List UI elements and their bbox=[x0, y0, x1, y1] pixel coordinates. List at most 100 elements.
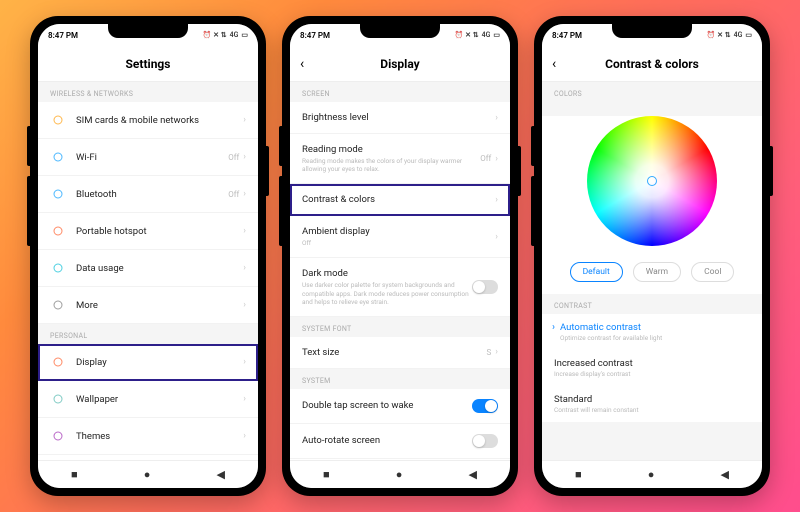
chip-warm[interactable]: Warm bbox=[633, 262, 681, 282]
chevron-right-icon: › bbox=[243, 394, 246, 404]
toggle-switch[interactable] bbox=[472, 399, 498, 413]
row-label: More bbox=[76, 300, 243, 311]
phone-contrast: 8:47 PM ⏰ ✕ ⇅4G▭ ‹ Contrast & colors COL… bbox=[534, 16, 770, 496]
chevron-right-icon: › bbox=[243, 226, 246, 236]
row-label: Data usage bbox=[76, 263, 243, 274]
chevron-right-icon: › bbox=[243, 115, 246, 125]
display-row[interactable]: Auto-rotate screen bbox=[290, 424, 510, 459]
chevron-right-icon: › bbox=[495, 113, 498, 123]
contrast-title: Standard bbox=[554, 394, 750, 405]
color-wheel-cursor[interactable] bbox=[647, 176, 657, 186]
toggle-switch[interactable] bbox=[472, 434, 498, 448]
hotspot-icon bbox=[50, 223, 66, 239]
row-value: Off bbox=[480, 154, 491, 163]
row-label: Portable hotspot bbox=[76, 226, 243, 237]
settings-row-display[interactable]: Display › bbox=[38, 344, 258, 381]
display-row[interactable]: Reading mode Reading mode makes the colo… bbox=[290, 134, 510, 184]
chevron-right-icon: › bbox=[495, 232, 498, 242]
chevron-right-icon: › bbox=[495, 195, 498, 205]
chip-default[interactable]: Default bbox=[570, 262, 623, 282]
display-row[interactable]: Double tap screen to wake bbox=[290, 389, 510, 424]
data-icon bbox=[50, 260, 66, 276]
settings-row-hotspot[interactable]: Portable hotspot › bbox=[38, 213, 258, 250]
row-label: Double tap screen to wake bbox=[302, 400, 472, 411]
row-label: Bluetooth bbox=[76, 189, 228, 200]
header: ‹ Display bbox=[290, 46, 510, 82]
contrast-title: Automatic contrast bbox=[560, 322, 750, 333]
sim-icon bbox=[50, 112, 66, 128]
settings-row-sim[interactable]: SIM cards & mobile networks › bbox=[38, 102, 258, 139]
page-title: Settings bbox=[126, 57, 171, 71]
section-label: SCREEN bbox=[290, 82, 510, 102]
nav-back-icon[interactable]: ◀ bbox=[720, 468, 728, 481]
color-wheel[interactable] bbox=[587, 116, 717, 246]
contrast-subtitle: Increase display's contrast bbox=[554, 370, 750, 378]
display-row[interactable]: Text size S › bbox=[290, 337, 510, 369]
wifi-icon bbox=[50, 149, 66, 165]
nav-home-icon[interactable]: ● bbox=[648, 468, 655, 481]
row-label: SIM cards & mobile networks bbox=[76, 115, 243, 126]
display-icon bbox=[50, 354, 66, 370]
display-row[interactable]: Brightness level › bbox=[290, 102, 510, 134]
display-row[interactable]: Ambient display Off › bbox=[290, 216, 510, 258]
display-row[interactable]: Dark mode Use darker color palette for s… bbox=[290, 258, 510, 316]
contrast-title: Increased contrast bbox=[554, 358, 750, 369]
settings-row-more[interactable]: More › bbox=[38, 287, 258, 324]
system-nav: ■ ● ◀ bbox=[38, 460, 258, 488]
wall-icon bbox=[50, 391, 66, 407]
settings-row-wall[interactable]: Wallpaper › bbox=[38, 381, 258, 418]
nav-recents-icon[interactable]: ■ bbox=[71, 468, 78, 481]
nav-recents-icon[interactable]: ■ bbox=[575, 468, 582, 481]
nav-home-icon[interactable]: ● bbox=[396, 468, 403, 481]
settings-row-wifi[interactable]: Wi-Fi Off › bbox=[38, 139, 258, 176]
contrast-subtitle: Contrast will remain constant bbox=[554, 406, 750, 414]
row-label: Wi-Fi bbox=[76, 152, 228, 163]
row-value: Off bbox=[228, 153, 239, 162]
more-icon bbox=[50, 297, 66, 313]
phone-display: 8:47 PM ⏰ ✕ ⇅4G▭ ‹ Display SCREEN Bright… bbox=[282, 16, 518, 496]
back-icon[interactable]: ‹ bbox=[300, 56, 304, 72]
row-label: Contrast & colors bbox=[302, 194, 495, 205]
themes-icon bbox=[50, 428, 66, 444]
section-label: COLORS bbox=[542, 82, 762, 102]
settings-row-bt[interactable]: Bluetooth Off › bbox=[38, 176, 258, 213]
notch bbox=[612, 24, 692, 38]
back-icon[interactable]: ‹ bbox=[552, 56, 556, 72]
row-label: Display bbox=[76, 357, 243, 368]
row-label: Auto-rotate screen bbox=[302, 435, 472, 446]
bt-icon bbox=[50, 186, 66, 202]
row-subtitle: Off bbox=[302, 239, 495, 247]
chevron-right-icon: › bbox=[243, 189, 246, 199]
contrast-option[interactable]: Automatic contrast Optimize contrast for… bbox=[542, 314, 762, 350]
system-nav: ■ ● ◀ bbox=[290, 460, 510, 488]
chip-cool[interactable]: Cool bbox=[691, 262, 734, 282]
contrast-option[interactable]: Standard Contrast will remain constant bbox=[542, 386, 762, 422]
row-subtitle: Reading mode makes the colors of your di… bbox=[302, 157, 480, 173]
toggle-switch[interactable] bbox=[472, 280, 498, 294]
status-time: 8:47 PM bbox=[48, 31, 78, 40]
nav-recents-icon[interactable]: ■ bbox=[323, 468, 330, 481]
header: ‹ Contrast & colors bbox=[542, 46, 762, 82]
nav-home-icon[interactable]: ● bbox=[144, 468, 151, 481]
chevron-right-icon: › bbox=[243, 300, 246, 310]
contrast-subtitle: Optimize contrast for available light bbox=[560, 334, 750, 342]
row-label: Wallpaper bbox=[76, 394, 243, 405]
section-label: WIRELESS & NETWORKS bbox=[38, 82, 258, 102]
display-row[interactable]: Contrast & colors › bbox=[290, 184, 510, 216]
row-value: S bbox=[487, 348, 492, 357]
page-title: Contrast & colors bbox=[605, 57, 699, 71]
status-time: 8:47 PM bbox=[300, 31, 330, 40]
chevron-right-icon: › bbox=[495, 347, 498, 357]
section-label: PERSONAL bbox=[38, 324, 258, 344]
chevron-right-icon: › bbox=[243, 152, 246, 162]
chevron-right-icon: › bbox=[243, 357, 246, 367]
page-title: Display bbox=[380, 57, 419, 71]
nav-back-icon[interactable]: ◀ bbox=[216, 468, 224, 481]
row-value: Off bbox=[228, 190, 239, 199]
row-label: Themes bbox=[76, 431, 243, 442]
contrast-option[interactable]: Increased contrast Increase display's co… bbox=[542, 350, 762, 386]
settings-row-data[interactable]: Data usage › bbox=[38, 250, 258, 287]
nav-back-icon[interactable]: ◀ bbox=[468, 468, 476, 481]
settings-row-themes[interactable]: Themes › bbox=[38, 418, 258, 455]
row-label: Reading mode bbox=[302, 144, 480, 155]
